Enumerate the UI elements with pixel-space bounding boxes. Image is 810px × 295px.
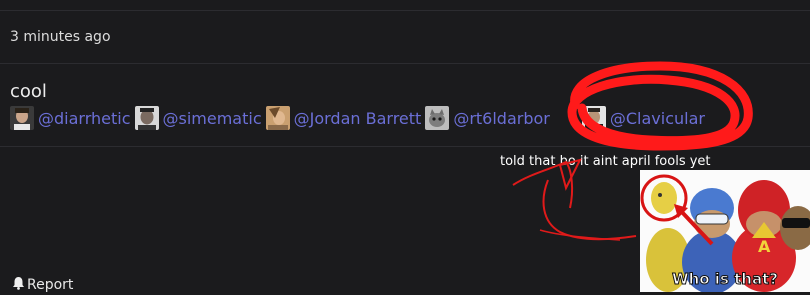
avatar [265, 106, 290, 130]
avatar [10, 106, 34, 130]
bell-icon [12, 276, 25, 294]
meme-image: A Who is that? [640, 170, 810, 292]
mention-simematic[interactable]: @simematic [134, 106, 262, 130]
svg-text:A: A [758, 237, 771, 256]
mention-handle: @simematic [162, 108, 262, 128]
report-button[interactable]: Report [12, 276, 73, 294]
avatar-cat-icon [425, 106, 450, 130]
mention-handle: @diarrhetic [38, 108, 131, 128]
divider [0, 63, 810, 64]
avatar [134, 106, 159, 130]
mention-rt6ldarbor[interactable]: @rt6ldarbor [425, 106, 550, 130]
mentions-row: @diarrhetic @simematic @Jordan Barrett @… [10, 105, 709, 131]
comment-timestamp: 3 minutes ago [10, 29, 111, 45]
comment-panel: 3 minutes ago cool @diarrhetic @simemati… [0, 0, 810, 295]
comment-text: cool [10, 81, 47, 102]
mention-handle: @rt6ldarbor [453, 108, 550, 128]
mention-handle: @Jordan Barrett [293, 108, 422, 128]
annotation-caption: told that bo it aint april fools yet [500, 154, 711, 169]
avatar [581, 106, 606, 130]
mention-diarrhetic[interactable]: @diarrhetic [10, 106, 131, 130]
mention-handle: @Clavicular [609, 108, 705, 128]
report-label: Report [27, 277, 74, 293]
meme-caption: Who is that? [672, 270, 779, 289]
mention-clavicular[interactable]: @Clavicular [581, 106, 705, 130]
mention-jordan-barrett[interactable]: @Jordan Barrett [265, 106, 422, 130]
divider [0, 146, 810, 147]
divider [0, 10, 810, 11]
